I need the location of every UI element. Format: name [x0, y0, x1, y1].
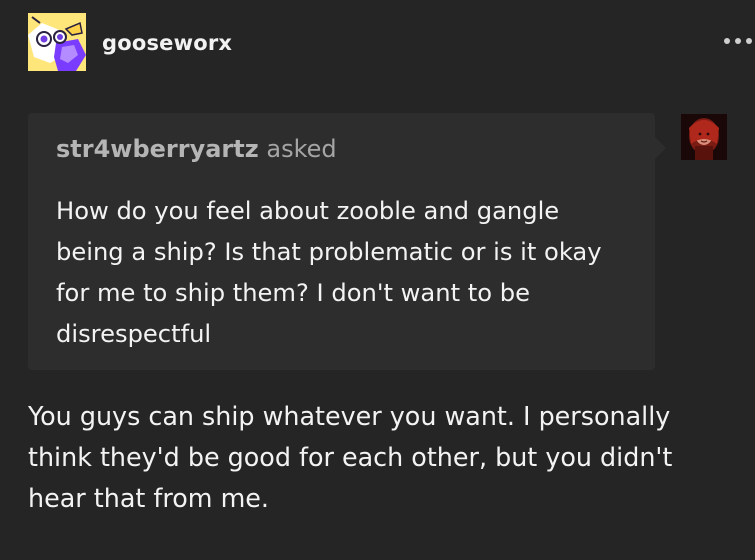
- asker-name-link[interactable]: str4wberryartz: [56, 135, 259, 163]
- ask-bubble: str4wberryartz asked How do you feel abo…: [28, 113, 666, 370]
- asker-avatar[interactable]: [681, 114, 727, 160]
- post-card: gooseworx str4wberryartz asked How do yo…: [0, 0, 755, 560]
- question-text: How do you feel about zooble and gangle …: [56, 197, 602, 348]
- post-header: gooseworx: [28, 13, 752, 71]
- goose-cartoon-avatar-icon: [28, 13, 86, 71]
- asker-line: str4wberryartz asked: [56, 135, 337, 163]
- ellipsis-icon: [746, 38, 752, 44]
- more-options-button[interactable]: [721, 33, 755, 49]
- answer-text: You guys can ship whatever you want. I p…: [28, 401, 673, 513]
- asker-portrait-avatar-icon: [681, 114, 727, 160]
- ellipsis-icon: [735, 38, 741, 44]
- ellipsis-icon: [724, 38, 730, 44]
- asked-label: asked: [266, 135, 337, 163]
- blog-avatar[interactable]: [28, 13, 86, 71]
- blog-name-link[interactable]: gooseworx: [102, 31, 232, 55]
